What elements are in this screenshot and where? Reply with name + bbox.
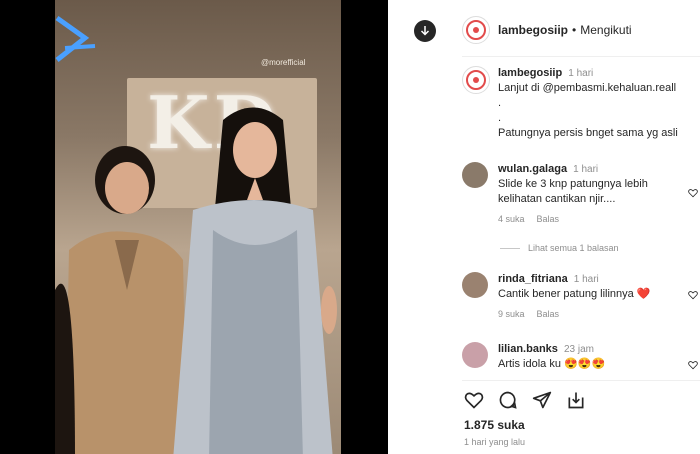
like-heart-icon[interactable] bbox=[688, 188, 698, 198]
commenter-avatar[interactable] bbox=[462, 162, 488, 188]
post-date: 1 hari yang lalu bbox=[464, 437, 526, 447]
watermark: @morefficial bbox=[261, 58, 306, 67]
comment-username[interactable]: lilian.banks bbox=[498, 343, 558, 355]
heart-eyes-emoji: 😍😍😍 bbox=[564, 358, 606, 370]
commenter-avatar[interactable] bbox=[462, 272, 488, 298]
following-button[interactable]: Mengikuti bbox=[580, 23, 631, 37]
header-username[interactable]: lambegosiip bbox=[498, 23, 568, 37]
comment-time: 1 hari bbox=[573, 274, 599, 285]
comment-text: Slide ke 3 knp patungnya lebih kelihatan… bbox=[498, 178, 648, 205]
share-icon[interactable] bbox=[532, 390, 552, 410]
view-replies-label[interactable]: Lihat semua 1 balasan bbox=[528, 243, 619, 253]
neon-sign-fragment bbox=[55, 15, 96, 62]
reply-button[interactable]: Balas bbox=[537, 212, 560, 227]
heart-icon[interactable] bbox=[464, 390, 484, 410]
post-image[interactable]: KD @morefficial bbox=[55, 0, 341, 454]
heart-emoji: ❤️ bbox=[636, 288, 651, 300]
caption-username[interactable]: lambegosiip bbox=[498, 67, 562, 79]
comment-username[interactable]: wulan.galaga bbox=[498, 163, 567, 175]
save-icon[interactable] bbox=[566, 390, 586, 410]
caption-line-1: Lanjut di @pembasmi.kehaluan.reall bbox=[498, 82, 677, 94]
like-heart-icon[interactable] bbox=[688, 360, 698, 370]
caption-line-2: . bbox=[498, 97, 502, 109]
caption-line-3: . bbox=[498, 112, 502, 124]
view-replies-link[interactable]: Lihat semua 1 balasan bbox=[500, 243, 619, 253]
comment-text: Cantik bener patung lilinnya bbox=[498, 288, 634, 300]
comment-username[interactable]: rinda_fitriana bbox=[498, 273, 568, 285]
download-button[interactable] bbox=[414, 20, 436, 42]
like-heart-icon[interactable] bbox=[688, 290, 698, 300]
account-avatar[interactable] bbox=[462, 16, 490, 44]
action-bar bbox=[464, 390, 586, 410]
arrow-down-icon bbox=[420, 26, 430, 36]
comment-text: Artis idola ku bbox=[498, 358, 561, 370]
post-header: lambegosiip • Mengikuti bbox=[462, 14, 632, 46]
comment-likes[interactable]: 9 suka bbox=[498, 307, 525, 322]
actions-divider bbox=[462, 380, 700, 381]
caption-time: 1 hari bbox=[568, 68, 594, 79]
wax-statue bbox=[173, 107, 337, 454]
comment-likes[interactable]: 4 suka bbox=[498, 212, 525, 227]
comment-item: lilian.banks 23 jam Artis idola ku 😍😍😍 bbox=[462, 342, 700, 372]
comment-item: rinda_fitriana 1 hari Cantik bener patun… bbox=[462, 272, 700, 322]
comment-item: wulan.galaga 1 hari Slide ke 3 knp patun… bbox=[462, 162, 700, 227]
comment-icon[interactable] bbox=[498, 390, 518, 410]
header-divider bbox=[462, 56, 700, 57]
caption-line-4: Patungnya persis bnget sama yg asli bbox=[498, 127, 678, 139]
separator-dot: • bbox=[572, 23, 577, 37]
commenter-avatar[interactable] bbox=[462, 342, 488, 368]
post-caption: lambegosiip 1 hari Lanjut di @pembasmi.k… bbox=[462, 66, 700, 141]
likes-count[interactable]: 1.875 suka bbox=[464, 418, 525, 432]
reply-button[interactable]: Balas bbox=[537, 307, 560, 322]
comment-time: 23 jam bbox=[563, 344, 594, 355]
caption-avatar[interactable] bbox=[462, 66, 490, 94]
comment-time: 1 hari bbox=[573, 164, 599, 175]
